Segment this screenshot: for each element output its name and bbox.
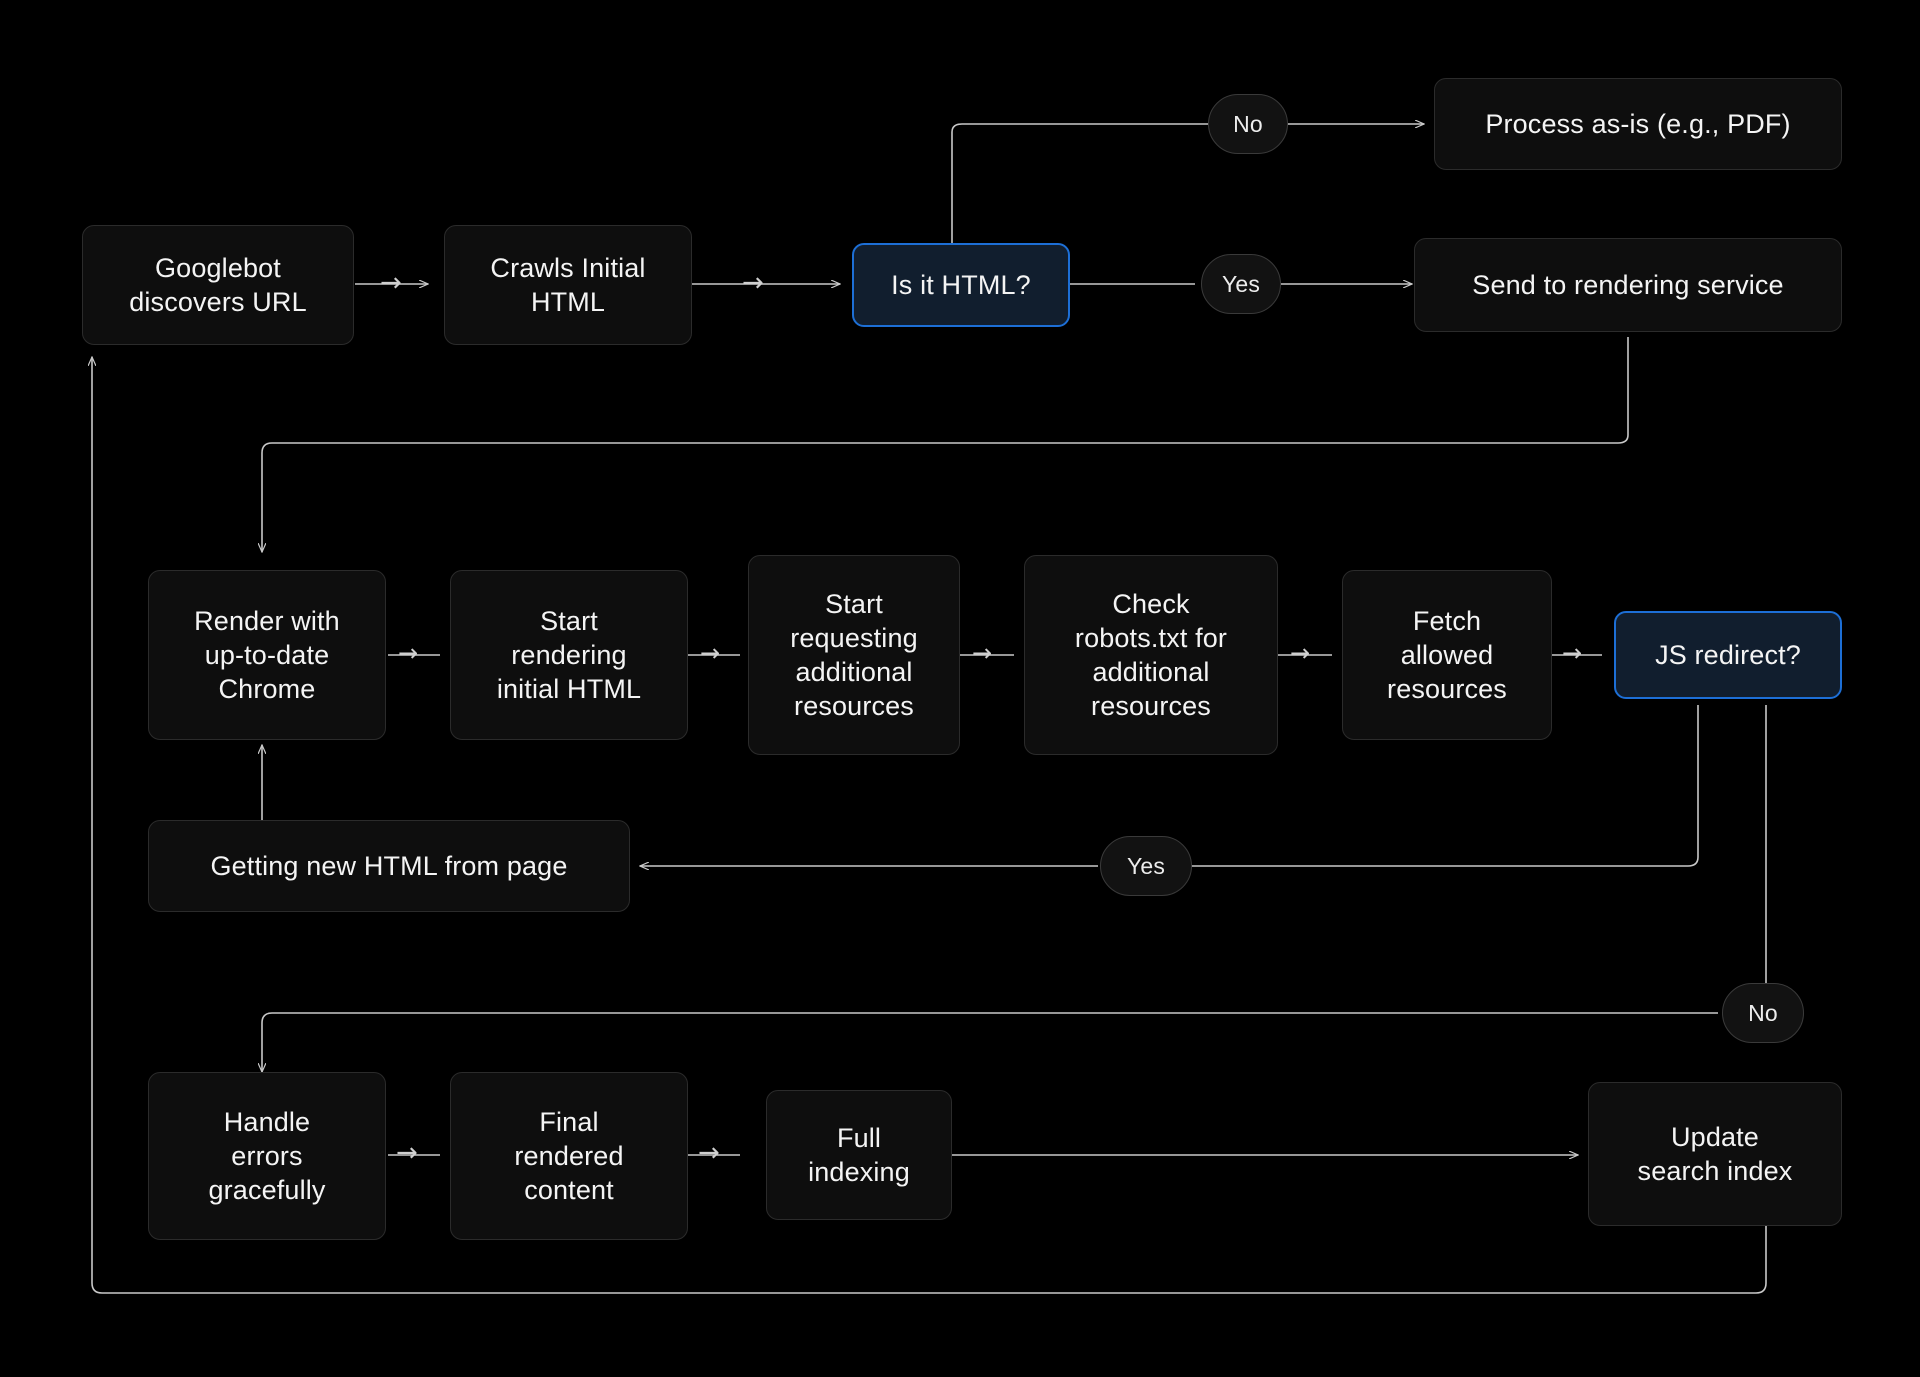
node-googlebot-discovers-url[interactable]: Googlebot discovers URL xyxy=(82,225,354,345)
flowchart-canvas: Googlebot discovers URL → Crawls Initial… xyxy=(0,0,1920,1377)
node-update-search-index[interactable]: Update search index xyxy=(1588,1082,1842,1226)
node-fetch-allowed-resources[interactable]: Fetch allowed resources xyxy=(1342,570,1552,740)
arrow-glyph-6: → xyxy=(1290,639,1311,667)
node-start-requesting-additional-resources[interactable]: Start requesting additional resources xyxy=(748,555,960,755)
arrow-glyph-8: → xyxy=(396,1138,418,1168)
arrow-glyph-9: → xyxy=(698,1138,720,1168)
node-process-as-is[interactable]: Process as-is (e.g., PDF) xyxy=(1434,78,1842,170)
node-getting-new-html-from-page[interactable]: Getting new HTML from page xyxy=(148,820,630,912)
node-check-robots-txt-additional-resources[interactable]: Check robots.txt for additional resource… xyxy=(1024,555,1278,755)
arrow-glyph-3: → xyxy=(398,639,419,667)
arrow-glyph-5: → xyxy=(972,639,993,667)
edge-label-yes-is-html: Yes xyxy=(1201,254,1281,314)
node-render-with-up-to-date-chrome[interactable]: Render with up-to-date Chrome xyxy=(148,570,386,740)
node-handle-errors-gracefully[interactable]: Handle errors gracefully xyxy=(148,1072,386,1240)
edge-is-html-no xyxy=(951,123,1208,243)
arrow-glyph-4: → xyxy=(700,639,721,667)
arrow-glyph-2: → xyxy=(742,268,764,298)
edge-label-yes-js-redirect: Yes xyxy=(1100,836,1192,896)
node-crawls-initial-html[interactable]: Crawls Initial HTML xyxy=(444,225,692,345)
arrow-glyph-1: → xyxy=(380,268,402,298)
node-js-redirect-decision[interactable]: JS redirect? xyxy=(1614,611,1842,699)
node-send-to-rendering-service[interactable]: Send to rendering service xyxy=(1414,238,1842,332)
edge-send-render-to-render-chrome xyxy=(262,337,1629,552)
edge-label-no-js-redirect: No xyxy=(1722,983,1804,1043)
node-start-rendering-initial-html[interactable]: Start rendering initial HTML xyxy=(450,570,688,740)
arrow-glyph-7: → xyxy=(1562,639,1583,667)
edge-no-to-handle-errors xyxy=(262,1012,1718,1072)
edge-label-no-is-html: No xyxy=(1208,94,1288,154)
node-is-it-html-decision[interactable]: Is it HTML? xyxy=(852,243,1070,327)
node-final-rendered-content[interactable]: Final rendered content xyxy=(450,1072,688,1240)
node-full-indexing[interactable]: Full indexing xyxy=(766,1090,952,1220)
